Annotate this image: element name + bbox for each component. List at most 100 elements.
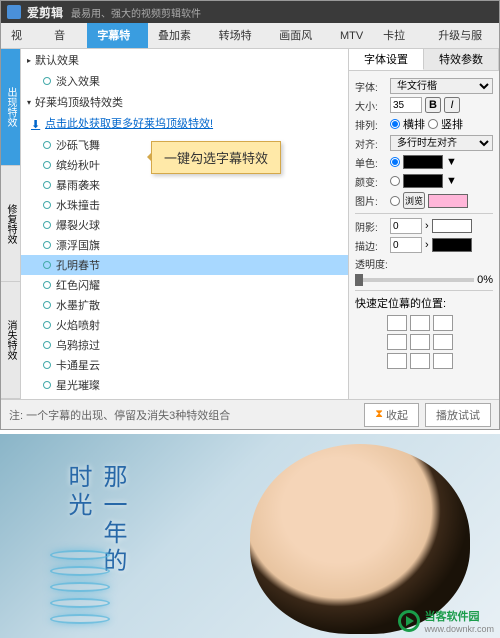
pos-mc[interactable] xyxy=(410,334,430,350)
shadow-input[interactable] xyxy=(390,218,422,234)
shadow-color[interactable] xyxy=(432,219,472,233)
color-label: 单色: xyxy=(355,155,387,170)
dropdown-icon[interactable]: ▼ xyxy=(446,175,457,187)
sidebar-repair[interactable]: 修复特效 xyxy=(1,166,20,283)
stroke-input[interactable] xyxy=(390,237,422,253)
alignmode-select[interactable]: 多行时左对齐 xyxy=(390,135,493,151)
pos-bl[interactable] xyxy=(387,353,407,369)
tree-item[interactable]: 暴雨袭来 xyxy=(21,175,348,195)
tree-item[interactable]: 水珠撞击 xyxy=(21,195,348,215)
stroke-label: 描边: xyxy=(355,238,387,253)
pos-tc[interactable] xyxy=(410,315,430,331)
pos-ml[interactable] xyxy=(387,334,407,350)
effect-tree-panel: ▸默认效果 淡入效果 ▾好莱坞顶级特效类 ⬇点击此处获取更多好莱坞顶级特效! 沙… xyxy=(21,49,349,399)
menu-mtv[interactable]: MTV xyxy=(330,23,373,48)
stroke-color[interactable] xyxy=(432,238,472,252)
font-select[interactable]: 华文行楷 xyxy=(390,78,493,94)
expand-icon: ▾ xyxy=(27,98,31,107)
gradient-swatch[interactable] xyxy=(403,174,443,188)
align-horizontal-radio[interactable] xyxy=(390,116,400,132)
size-input[interactable] xyxy=(390,97,422,113)
callout-tooltip: 一键勾选字幕特效 xyxy=(151,141,281,174)
watermark-name: 当客软件园 xyxy=(424,608,494,624)
preview-glow-effect xyxy=(50,544,120,624)
menu-audio[interactable]: 音 频 xyxy=(44,23,87,48)
radio-icon xyxy=(43,341,51,349)
menu-video[interactable]: 视 频 xyxy=(1,23,44,48)
menu-style[interactable]: 画面风格 xyxy=(269,23,330,48)
pos-bc[interactable] xyxy=(410,353,430,369)
watermark-logo-icon xyxy=(398,610,420,632)
app-logo-icon xyxy=(7,5,21,19)
radio-icon xyxy=(43,321,51,329)
browse-button[interactable]: 浏览 xyxy=(403,192,425,209)
watermark: 当客软件园 www.downkr.com xyxy=(398,608,494,634)
image-swatch[interactable] xyxy=(428,194,468,208)
tree-item[interactable]: 星光璀璨 xyxy=(21,375,348,395)
app-slogan: 最易用、强大的视频剪辑软件 xyxy=(71,5,201,20)
get-more-effects-link[interactable]: ⬇点击此处获取更多好莱坞顶级特效! xyxy=(21,113,348,133)
tree-item[interactable]: 爆裂火球 xyxy=(21,215,348,235)
tree-item[interactable]: 漂浮国旗 xyxy=(21,235,348,255)
position-label: 快速定位幕的位置: xyxy=(355,295,446,311)
tree-item[interactable]: 红色闪耀 xyxy=(21,275,348,295)
sidebar-disappear[interactable]: 消失特效 xyxy=(1,282,20,399)
tab-font-settings[interactable]: 字体设置 xyxy=(349,49,424,70)
tree-item[interactable]: 乌鸦掠过 xyxy=(21,335,348,355)
opacity-label: 透明度: xyxy=(355,256,395,271)
download-icon: ⬇ xyxy=(31,118,41,128)
size-label: 大小: xyxy=(355,98,387,113)
radio-icon xyxy=(43,361,51,369)
radio-icon xyxy=(43,381,51,389)
slider-thumb-icon[interactable] xyxy=(355,274,363,286)
tree-item[interactable]: 卡通星云 xyxy=(21,355,348,375)
tree-item-fadein[interactable]: 淡入效果 xyxy=(21,71,348,91)
bold-button[interactable]: B xyxy=(425,97,441,113)
radio-icon xyxy=(43,281,51,289)
sidebar-appear[interactable]: 出现特效 xyxy=(1,49,20,166)
hourglass-icon: ⧗ xyxy=(375,408,383,421)
pos-tl[interactable] xyxy=(387,315,407,331)
pos-br[interactable] xyxy=(433,353,453,369)
main-menu: 视 频 音 频 字幕特效 叠加素材 转场特效 画面风格 MTV 卡拉OK 升级与… xyxy=(1,23,499,49)
chevron-icon[interactable]: › xyxy=(425,220,429,232)
image-label: 图片: xyxy=(355,193,387,208)
align-label: 排列: xyxy=(355,117,387,132)
menu-transition[interactable]: 转场特效 xyxy=(209,23,270,48)
color-swatch[interactable] xyxy=(403,155,443,169)
color-solid-radio[interactable] xyxy=(390,154,400,170)
app-name: 爱剪辑 xyxy=(27,4,63,21)
tree-item[interactable]: 火焰喷射 xyxy=(21,315,348,335)
radio-icon xyxy=(43,181,51,189)
opacity-value: 0% xyxy=(477,274,493,286)
chevron-icon[interactable]: › xyxy=(425,239,429,251)
pos-mr[interactable] xyxy=(433,334,453,350)
radio-icon xyxy=(43,241,51,249)
tab-effect-params[interactable]: 特效参数 xyxy=(424,49,499,70)
tree-item[interactable]: 孔明春节 xyxy=(21,255,348,275)
italic-button[interactable]: I xyxy=(444,97,460,113)
tree-group-hollywood[interactable]: ▾好莱坞顶级特效类 xyxy=(21,91,348,113)
radio-icon xyxy=(43,77,51,85)
menu-subtitle-effects[interactable]: 字幕特效 xyxy=(87,23,148,48)
menu-overlay[interactable]: 叠加素材 xyxy=(148,23,209,48)
collapse-button[interactable]: ⧗收起 xyxy=(364,403,419,427)
radio-icon xyxy=(43,161,51,169)
menu-karaoke[interactable]: 卡拉OK xyxy=(373,23,428,48)
tree-item[interactable]: 水墨扩散 xyxy=(21,295,348,315)
opacity-slider[interactable] xyxy=(355,278,474,282)
play-test-button[interactable]: 播放试试 xyxy=(425,403,491,427)
pos-tr[interactable] xyxy=(433,315,453,331)
shadow-label: 阴影: xyxy=(355,219,387,234)
color-image-radio[interactable] xyxy=(390,193,400,209)
radio-icon xyxy=(43,221,51,229)
expand-icon: ▸ xyxy=(27,56,31,65)
font-label: 字体: xyxy=(355,79,387,94)
dropdown-icon[interactable]: ▼ xyxy=(446,156,457,168)
menu-upgrade[interactable]: 升级与服务 xyxy=(428,23,499,48)
radio-icon xyxy=(43,201,51,209)
tree-group-default[interactable]: ▸默认效果 xyxy=(21,49,348,71)
align-vertical-radio[interactable] xyxy=(428,116,438,132)
color-gradient-radio[interactable] xyxy=(390,173,400,189)
footer-note: 注: 一个字幕的出现、停留及消失3种特效组合 xyxy=(9,407,358,423)
